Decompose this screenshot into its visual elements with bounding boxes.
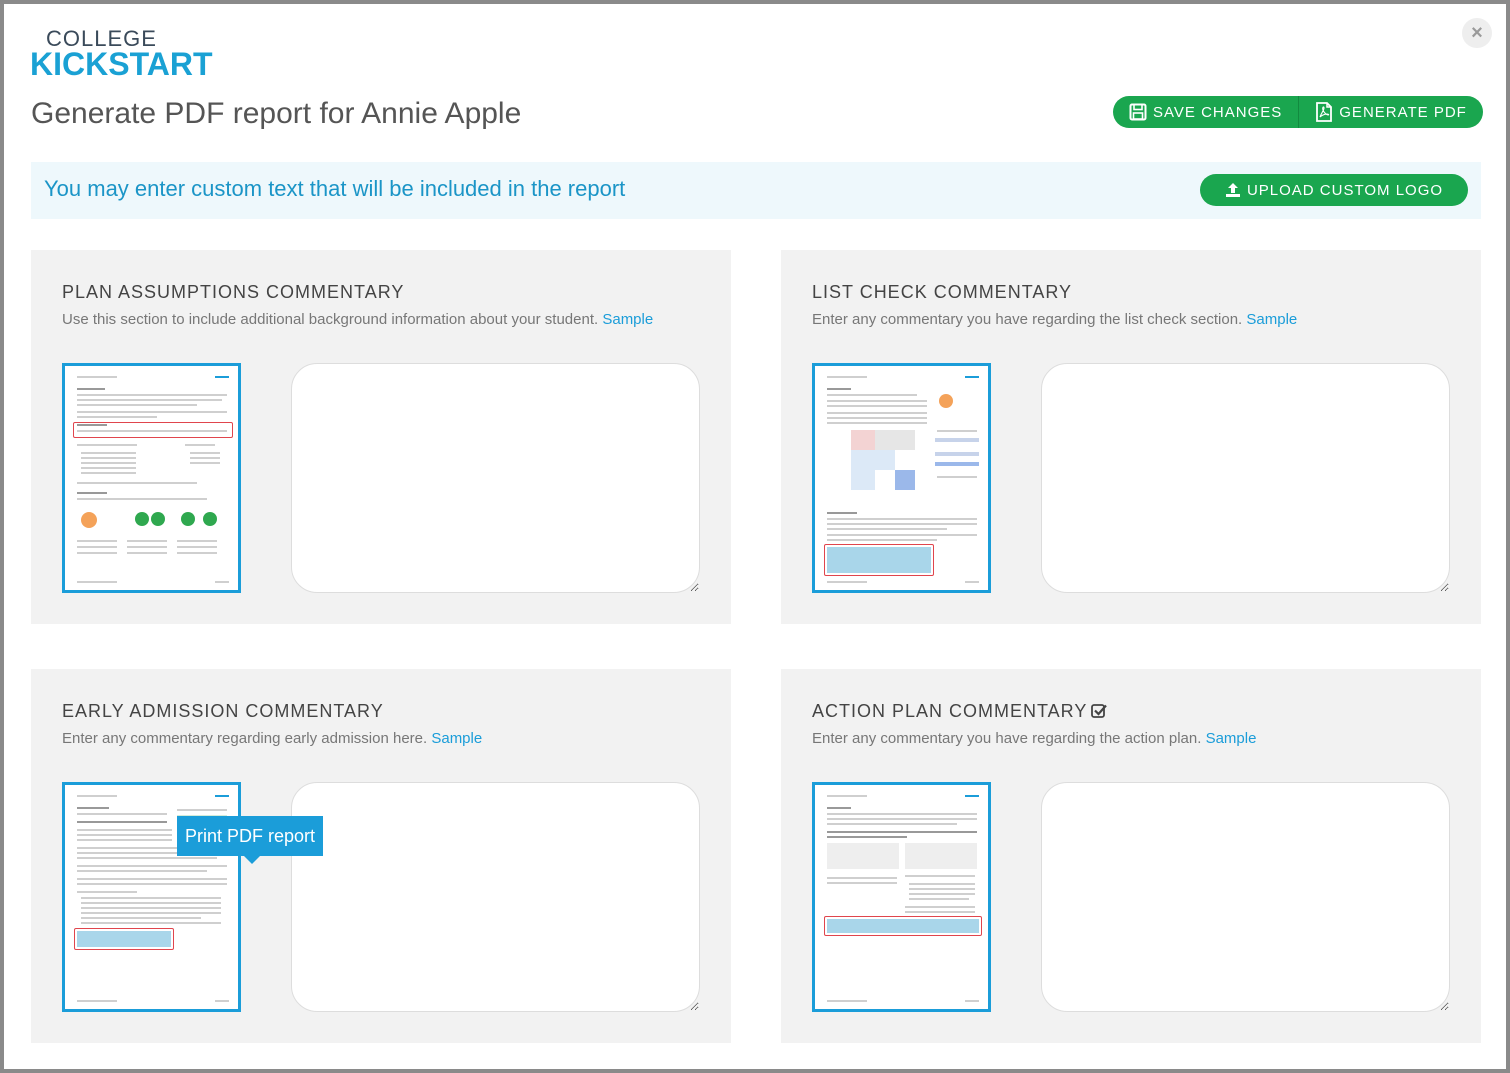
report-modal: × COLLEGE KICKSTART Generate PDF report …: [4, 4, 1506, 1069]
logo-line-2: KICKSTART: [30, 46, 213, 82]
highlight-box: [74, 928, 174, 950]
early-admission-card: EARLY ADMISSION COMMENTARY Enter any com…: [31, 669, 731, 1043]
action-plan-desc-text: Enter any commentary you have regarding …: [812, 730, 1202, 747]
notice-text: You may enter custom text that will be i…: [44, 176, 626, 201]
early-admission-description: Enter any commentary regarding early adm…: [62, 730, 482, 747]
action-plan-title: ACTION PLAN COMMENTARY: [812, 701, 1108, 722]
action-plan-title-text: ACTION PLAN COMMENTARY: [812, 701, 1088, 721]
early-admission-sample-link[interactable]: Sample: [431, 730, 482, 747]
save-changes-button[interactable]: SAVE CHANGES: [1113, 96, 1298, 128]
upload-custom-logo-button[interactable]: UPLOAD CUSTOM LOGO: [1200, 174, 1468, 206]
custom-text-notice: You may enter custom text that will be i…: [31, 162, 1481, 219]
save-icon: [1129, 103, 1147, 121]
list-check-sample-thumbnail[interactable]: [812, 363, 991, 593]
list-check-card: LIST CHECK COMMENTARY Enter any commenta…: [781, 250, 1481, 624]
plan-assumptions-desc-text: Use this section to include additional b…: [62, 311, 599, 328]
early-admission-title: EARLY ADMISSION COMMENTARY: [62, 701, 384, 721]
print-pdf-tooltip: Print PDF report: [177, 816, 323, 864]
highlight-box: [824, 916, 982, 936]
plan-assumptions-sample-link[interactable]: Sample: [602, 311, 653, 328]
list-check-title: LIST CHECK COMMENTARY: [812, 282, 1073, 302]
action-button-group: SAVE CHANGES GENERATE PDF: [1113, 96, 1483, 128]
plan-assumptions-textarea[interactable]: [291, 363, 700, 593]
save-changes-label: SAVE CHANGES: [1153, 103, 1283, 121]
plan-assumptions-card: PLAN ASSUMPTIONS COMMENTARY Use this sec…: [31, 250, 731, 624]
action-plan-description: Enter any commentary you have regarding …: [812, 730, 1256, 747]
action-plan-sample-thumbnail[interactable]: [812, 782, 991, 1012]
early-admission-textarea[interactable]: [291, 782, 700, 1012]
pdf-file-icon: [1316, 102, 1333, 122]
upload-icon: [1225, 183, 1240, 197]
action-plan-sample-link[interactable]: Sample: [1206, 730, 1257, 747]
action-plan-textarea[interactable]: [1041, 782, 1450, 1012]
close-icon[interactable]: ×: [1462, 18, 1492, 48]
plan-assumptions-description: Use this section to include additional b…: [62, 311, 653, 328]
list-check-description: Enter any commentary you have regarding …: [812, 311, 1297, 328]
generate-pdf-button[interactable]: GENERATE PDF: [1298, 96, 1483, 128]
list-check-textarea[interactable]: [1041, 363, 1450, 593]
college-kickstart-logo: COLLEGE KICKSTART: [30, 26, 230, 94]
list-check-desc-text: Enter any commentary you have regarding …: [812, 311, 1243, 328]
list-check-sample-link[interactable]: Sample: [1246, 311, 1297, 328]
early-admission-desc-text: Enter any commentary regarding early adm…: [62, 730, 428, 747]
upload-custom-logo-label: UPLOAD CUSTOM LOGO: [1246, 181, 1444, 199]
highlight-box: [824, 544, 934, 576]
plan-assumptions-sample-thumbnail[interactable]: [62, 363, 241, 593]
plan-assumptions-title: PLAN ASSUMPTIONS COMMENTARY: [62, 282, 405, 302]
generate-pdf-label: GENERATE PDF: [1339, 103, 1467, 121]
action-plan-card: ACTION PLAN COMMENTARY Enter any comment…: [781, 669, 1481, 1043]
checked-square-icon: [1091, 704, 1108, 718]
page-title: Generate PDF report for Annie Apple: [31, 97, 522, 130]
